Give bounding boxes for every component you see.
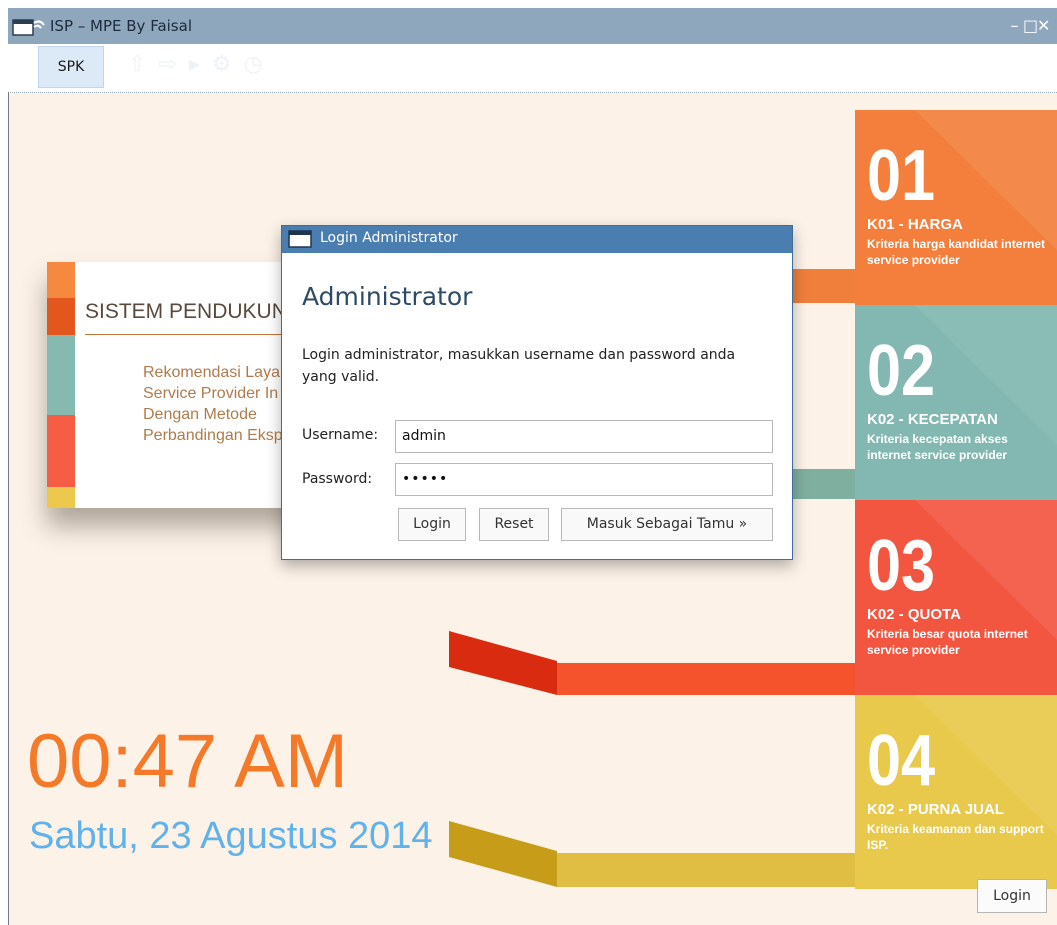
login-dialog: Login Administrator Administrator Login … xyxy=(281,225,793,560)
window-icon xyxy=(288,230,312,248)
card-line: Perbandingan Eksp xyxy=(143,427,283,444)
tile-number: 01 xyxy=(867,136,936,216)
tile-number: 02 xyxy=(867,331,936,411)
tile-description: Kriteria keamanan dan support ISP. xyxy=(867,822,1044,852)
window-titlebar: ISP – MPE By Faisal –□✕ xyxy=(8,8,1057,44)
tile-code: K01 - HARGA xyxy=(867,216,963,233)
tile-k01[interactable]: 01 K01 - HARGA Kriteria harga kandidat i… xyxy=(855,110,1057,305)
tile-description: Kriteria harga kandidat internet service… xyxy=(867,237,1046,267)
tile-code: K02 - PURNA JUAL xyxy=(867,801,1004,818)
card-stripe-4 xyxy=(47,415,75,487)
ribbon-03-main xyxy=(557,663,855,695)
tab-spk[interactable]: SPK xyxy=(38,46,104,88)
guest-login-button[interactable]: Masuk Sebagai Tamu » xyxy=(561,508,773,541)
clock-date: Sabtu, 23 Agustus 2014 xyxy=(29,815,433,857)
password-label: Password: xyxy=(302,471,373,487)
username-input[interactable]: admin xyxy=(395,420,773,453)
card-stripe-3 xyxy=(47,335,75,415)
tile-k03[interactable]: 03 K02 - QUOTA Kriteria besar quota inte… xyxy=(855,500,1057,695)
window-title: ISP – MPE By Faisal xyxy=(50,17,192,35)
close-icon[interactable]: ✕ xyxy=(1037,16,1051,35)
tile-description: Kriteria kecepatan akses internet servic… xyxy=(867,432,1008,462)
maximize-icon[interactable]: □ xyxy=(1023,16,1038,35)
login-button[interactable]: Login xyxy=(977,879,1047,913)
app-icon xyxy=(12,19,45,36)
tile-code: K02 - QUOTA xyxy=(867,606,961,623)
ribbon-04-main xyxy=(557,853,855,887)
tile-k04[interactable]: 04 K02 - PURNA JUAL Kriteria keamanan da… xyxy=(855,695,1057,889)
dialog-login-button[interactable]: Login xyxy=(398,508,466,541)
card-line: Dengan Metode xyxy=(143,406,257,423)
dialog-message: Login administrator, masukkan username d… xyxy=(302,347,736,385)
tile-code: K02 - KECEPATAN xyxy=(867,411,998,428)
toolbar: SPK ⇧⇨▸⚙◷ xyxy=(8,44,1057,93)
ribbon-04-fold xyxy=(449,821,557,887)
card-stripe-1 xyxy=(47,262,75,298)
dialog-titlebar: Login Administrator xyxy=(282,226,792,253)
reset-button[interactable]: Reset xyxy=(479,508,549,541)
faded-toolbar-icons: ⇧⇨▸⚙◷ xyxy=(128,52,275,77)
tile-number: 04 xyxy=(867,721,936,801)
password-input[interactable]: ••••• xyxy=(395,463,773,496)
tile-number: 03 xyxy=(867,526,936,606)
tile-k02[interactable]: 02 K02 - KECEPATAN Kriteria kecepatan ak… xyxy=(855,305,1057,500)
window-controls: –□✕ xyxy=(1009,16,1051,35)
card-stripe-5 xyxy=(47,487,75,508)
username-label: Username: xyxy=(302,427,379,443)
card-stripe-2 xyxy=(47,298,75,335)
card-line: Rekomendasi Laya xyxy=(143,364,280,381)
card-heading: SISTEM PENDUKUNG xyxy=(85,300,304,323)
tile-description: Kriteria besar quota internet service pr… xyxy=(867,627,1028,657)
card-line: Service Provider In xyxy=(143,385,279,402)
dialog-heading: Administrator xyxy=(302,282,473,311)
ribbon-03-fold xyxy=(449,631,557,695)
dialog-title: Login Administrator xyxy=(320,230,458,246)
clock-time: 00:47 AM xyxy=(27,719,349,804)
minimize-icon[interactable]: – xyxy=(1009,16,1023,35)
card-description: Rekomendasi Laya Service Provider In Den… xyxy=(143,362,283,446)
